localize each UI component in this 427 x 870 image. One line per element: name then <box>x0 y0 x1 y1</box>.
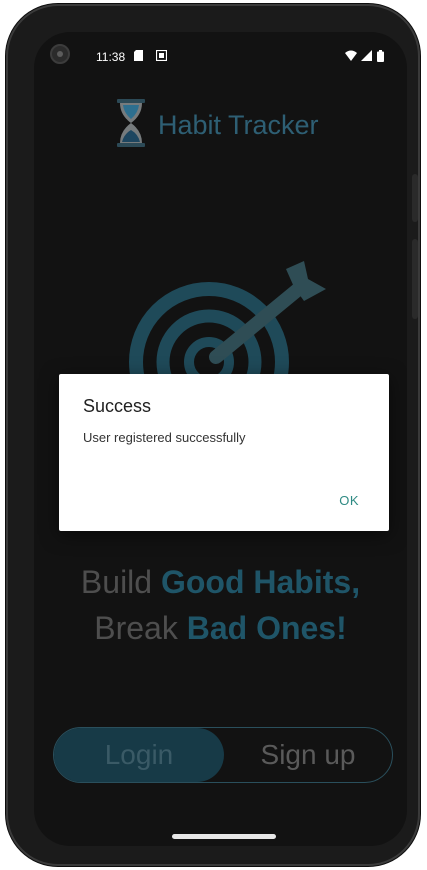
success-dialog: Success User registered successfully OK <box>59 374 389 531</box>
app-title: Habit Tracker <box>158 109 319 140</box>
signup-button[interactable]: Sign up <box>224 728 392 782</box>
cell-signal-icon <box>361 50 372 64</box>
tagline-line-2: Break Bad Ones! <box>34 605 407 651</box>
status-time: 11:38 <box>96 50 126 64</box>
sim-card-icon <box>134 50 143 64</box>
volume-button <box>412 239 418 319</box>
target-arrow-icon <box>126 257 326 442</box>
screenshot-notification-icon <box>155 49 168 64</box>
battery-icon <box>377 50 384 65</box>
camera-icon <box>50 44 70 64</box>
tagline-accent: Bad Ones! <box>186 610 347 646</box>
power-button <box>412 174 418 222</box>
wifi-icon <box>345 50 357 64</box>
app-screen: 11:38 Habit Tracker Build Good Habits, B… <box>34 32 407 846</box>
tagline-plain: Build <box>80 564 161 600</box>
dialog-title: Success <box>83 396 152 416</box>
phone-frame: 11:38 Habit Tracker Build Good Habits, B… <box>6 4 420 866</box>
tagline-accent: Good Habits, <box>160 564 361 600</box>
app-header: Habit Tracker <box>116 98 319 152</box>
auth-toggle: Login Sign up <box>53 727 393 783</box>
hourglass-icon <box>116 98 146 152</box>
tagline-plain: Break <box>94 610 187 646</box>
ok-button[interactable]: OK <box>339 493 359 508</box>
tagline-line-1: Build Good Habits, <box>34 559 407 605</box>
login-button[interactable]: Login <box>54 728 224 782</box>
home-gesture-bar[interactable] <box>172 834 276 839</box>
dialog-message: User registered successfully <box>83 430 246 445</box>
